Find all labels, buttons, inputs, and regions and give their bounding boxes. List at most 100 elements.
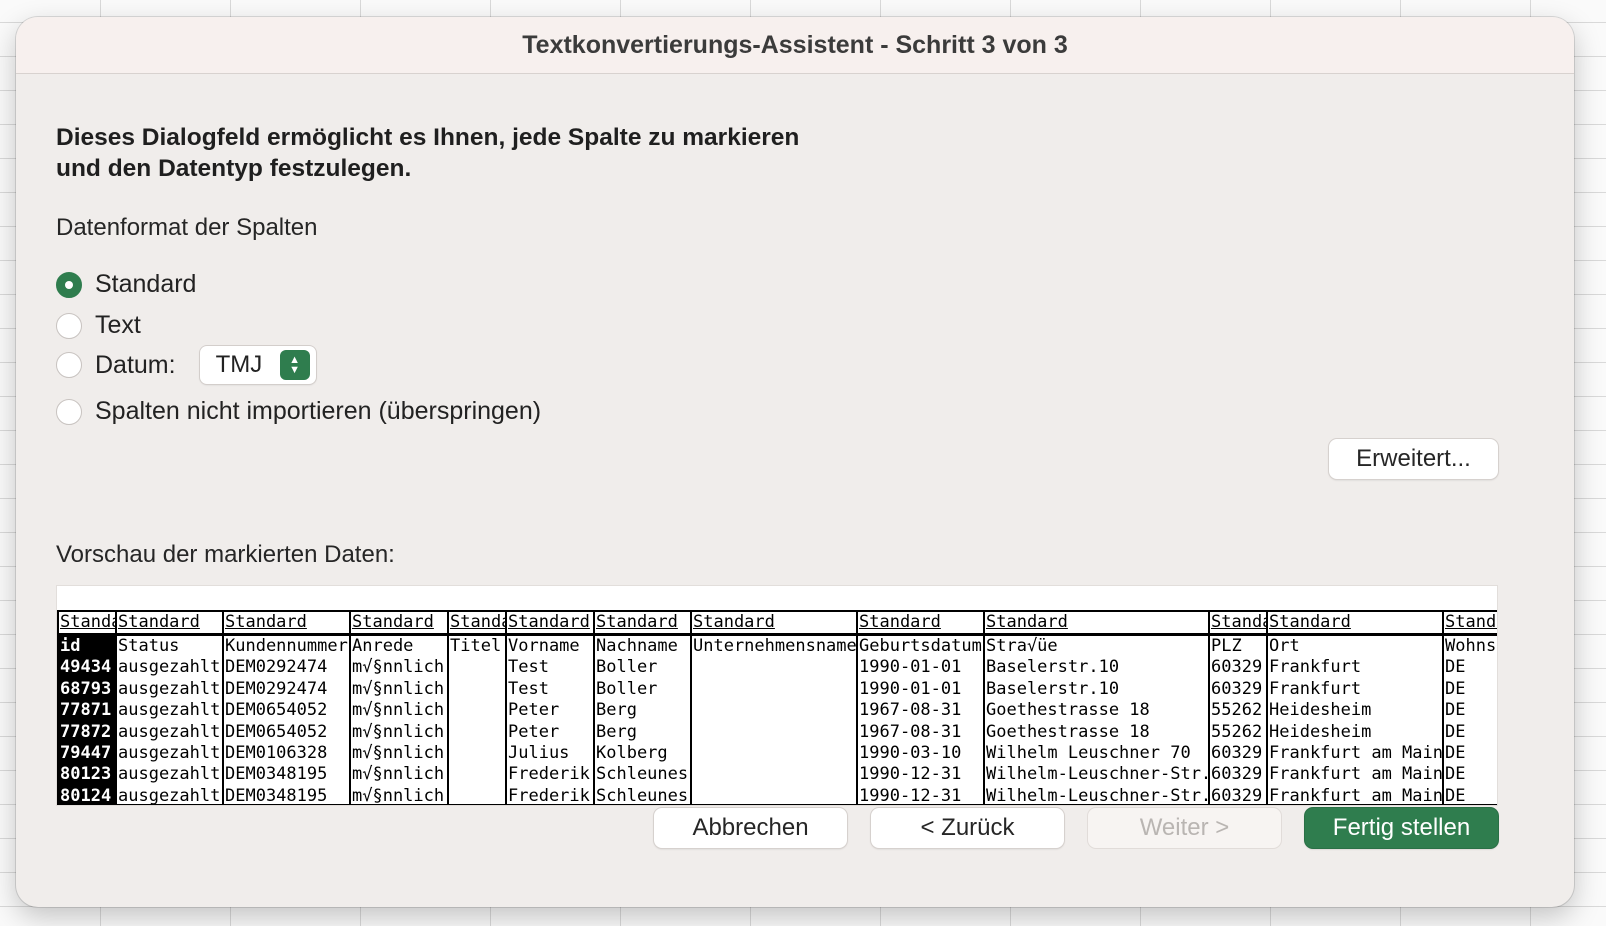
preview-column-12[interactable]: Standard Ort Frankfurt Frankfurt Heidesheim H… [1268,612,1444,804]
data-preview[interactable]: Standardid494346879377871778727944780123… [56,585,1498,806]
preview-cell [692,722,856,743]
text-import-wizard-dialog: Textkonvertierungs-Assistent - Schritt 3… [16,17,1574,907]
preview-cell: DEM0292474 [225,657,328,678]
radio-text[interactable] [56,312,82,339]
preview-cell: m√§nnlich [352,700,445,721]
preview-cell: Boller [596,678,658,699]
preview-cell: Baselerstr.10 [986,657,1120,678]
preview-cell: ausgezahlt [118,657,221,678]
preview-column-type[interactable]: Standard [59,612,115,636]
preview-header-cell: Wohnsitz [1445,636,1497,656]
preview-cell [449,679,505,700]
preview-cell [692,786,856,804]
preview-cell: 1990-12-31 [859,785,962,804]
preview-cell: Wilhelm Leuschner 70 [986,742,1191,763]
preview-header-cell: Kundennummer [225,636,348,656]
preview-cell: 55262 [1211,721,1263,742]
preview-cell: Test [508,678,549,699]
preview-column-1[interactable]: Standardid494346879377871778727944780123… [59,612,117,804]
preview-cell: 60329 [1211,657,1263,678]
preview-cell: DEM0348195 [225,785,328,804]
preview-cell: Peter [508,700,560,721]
preview-cell: 60329 [1211,742,1263,763]
option-skip-column[interactable]: Spalten nicht importieren (überspringen) [56,397,541,426]
preview-cell: m√§nnlich [352,742,445,763]
preview-column-type[interactable]: Standard [351,612,447,636]
option-standard[interactable]: Standard [56,270,196,299]
preview-cell: ausgezahlt [118,678,221,699]
preview-cell: DEM0292474 [225,678,328,699]
finish-button[interactable]: Fertig stellen [1305,808,1498,848]
option-date[interactable]: Datum: TMJ ▲ ▼ [56,346,316,384]
preview-cell: ausgezahlt [118,785,221,804]
preview-cell: 1990-01-01 [859,678,962,699]
back-button[interactable]: < Zurück [871,808,1064,848]
preview-cell: Schleunes [596,764,689,785]
preview-cell: Frankfurt am Main [1269,785,1442,804]
preview-cell: Heidesheim [1269,721,1372,742]
preview-column-type[interactable]: Standard [449,612,505,636]
preview-cell: 1967-08-31 [859,700,962,721]
preview-column-type[interactable]: Standard [224,612,349,636]
preview-column-4[interactable]: Standard Anrede m√§nnlich m√§nnlich m√§nnlic… [351,612,449,804]
preview-cell: 68793 [59,678,115,701]
preview-cell: DE [1445,764,1466,785]
preview-column-7[interactable]: Standard Nachname Boller Boller Berg Berg Kolb… [595,612,692,804]
preview-column-13[interactable]: StandardWohnsitzDEDEDEDEDEDEDE [1444,612,1497,804]
preview-cell [449,743,505,764]
preview-column-type[interactable]: Standard [1210,612,1266,636]
preview-column-type[interactable]: Standard [595,612,690,636]
preview-header-cell: Stra√üe [986,636,1058,656]
preview-column-6[interactable]: Standard Vorname Test Test Peter Peter Julius F… [507,612,595,804]
radio-standard[interactable] [56,271,82,298]
radio-skip-column[interactable] [56,398,82,425]
preview-cell: Frankfurt am Main [1269,742,1442,763]
preview-cell: 60329 [1211,678,1263,699]
next-button[interactable]: Weiter > [1088,808,1281,848]
preview-column-11[interactable]: StandardPLZ60329603295526255262603296032… [1210,612,1268,804]
preview-column-3[interactable]: Standard Kundennummer DEM0292474 DEM0292474… [224,612,351,804]
preview-cell: 79447 [59,742,115,765]
chevron-updown-icon: ▲ ▼ [279,350,310,380]
preview-column-type[interactable]: Standard [1444,612,1497,636]
preview-cell: DE [1445,700,1466,721]
radio-date[interactable] [56,352,82,378]
option-text[interactable]: Text [56,311,141,340]
preview-cell [692,700,856,721]
preview-column-type[interactable]: Standard [692,612,856,636]
instruction-line-1: Dieses Dialogfeld ermöglicht es Ihnen, j… [56,124,800,151]
preview-cell [449,657,505,678]
preview-header-cell: Anrede [352,636,414,656]
preview-cell: 80124 [59,785,115,804]
preview-column-5[interactable]: StandardTitel [449,612,507,804]
preview-column-type[interactable]: Standard [858,612,983,636]
preview-column-type[interactable]: Standard [117,612,222,636]
preview-cell: 55262 [1211,700,1263,721]
preview-cell: Julius [508,742,570,763]
preview-cell [692,764,856,785]
preview-column-10[interactable]: Standard Stra√üe Baselerstr.10 Baselerstr.1… [985,612,1210,804]
date-format-select[interactable]: TMJ ▲ ▼ [199,346,316,384]
cancel-button[interactable]: Abbrechen [654,808,847,848]
preview-cell [692,743,856,764]
preview-cell: m√§nnlich [352,657,445,678]
preview-cell: DE [1445,785,1466,804]
preview-cell: m√§nnlich [352,721,445,742]
preview-cell [692,657,856,678]
preview-column-8[interactable]: Standard Unternehmensname [692,612,858,804]
preview-cell: DE [1445,678,1466,699]
preview-cell: Frankfurt [1269,678,1362,699]
preview-cell: Wilhelm-Leuschner-Str. [986,785,1208,804]
advanced-button[interactable]: Erweitert... [1329,439,1498,479]
preview-column-type[interactable]: Standard [985,612,1208,636]
preview-column-type[interactable]: Standard [507,612,593,636]
preview-column-2[interactable]: Standard Status ausgezahlt ausgezahlt ausgez… [117,612,224,804]
preview-cell: Test [508,657,549,678]
preview-cell: m√§nnlich [352,764,445,785]
preview-header-cell: Vorname [508,636,580,656]
preview-column-9[interactable]: Standard Geburtsdatum 1990-01-01 1990-01-01… [858,612,985,804]
preview-header-cell: id [59,636,115,658]
instruction-line-2: und den Datentyp festzulegen. [56,155,412,182]
preview-cell: ausgezahlt [118,742,221,763]
preview-column-type[interactable]: Standard [1268,612,1442,636]
